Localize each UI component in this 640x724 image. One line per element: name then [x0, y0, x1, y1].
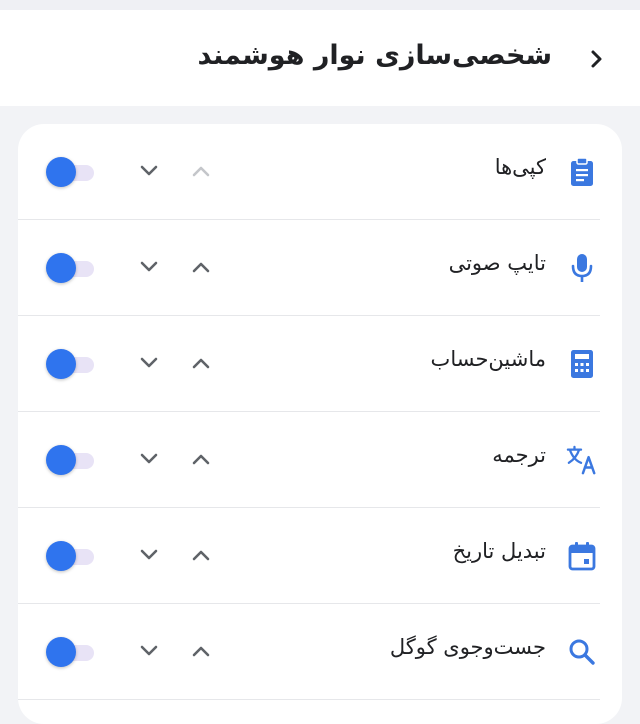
- chevron-up-icon: [192, 454, 210, 465]
- chevron-up-icon: [192, 550, 210, 561]
- smart-bar-items-list: کپی‌ها تایپ صوتی: [18, 124, 622, 724]
- translate-icon: [566, 444, 598, 476]
- item-label: ترجمه: [492, 443, 546, 467]
- status-area: [0, 0, 640, 10]
- clipboard-icon: [566, 156, 598, 188]
- list-item-voice-typing: تایپ صوتی: [18, 220, 622, 316]
- chevron-down-icon: [140, 549, 158, 560]
- chevron-right-icon: [591, 50, 602, 68]
- chevron-down-icon: [140, 453, 158, 464]
- item-label: ماشین‌حساب: [430, 347, 546, 371]
- search-icon: [566, 636, 598, 668]
- chevron-down-icon: [140, 165, 158, 176]
- list-item-clipboards: کپی‌ها: [18, 124, 622, 220]
- list-item-date-conversion: تبدیل تاریخ: [18, 508, 622, 604]
- chevron-down-icon: [140, 357, 158, 368]
- list-item-translate: ترجمه: [18, 412, 622, 508]
- move-down-button[interactable]: [132, 250, 166, 284]
- chevron-up-icon: [192, 262, 210, 273]
- move-up-button[interactable]: [184, 538, 218, 572]
- calendar-icon: [566, 540, 598, 572]
- move-down-button[interactable]: [132, 634, 166, 668]
- list-item-calculator: ماشین‌حساب: [18, 316, 622, 412]
- move-up-button[interactable]: [184, 346, 218, 380]
- item-label: تبدیل تاریخ: [452, 539, 546, 563]
- enable-toggle[interactable]: [46, 445, 96, 475]
- chevron-up-icon: [192, 166, 210, 177]
- item-label: جست‌وجوی گوگل: [389, 635, 546, 659]
- move-up-button[interactable]: [184, 250, 218, 284]
- move-up-button[interactable]: [184, 154, 218, 188]
- move-down-button[interactable]: [132, 538, 166, 572]
- move-up-button[interactable]: [184, 442, 218, 476]
- item-label: کپی‌ها: [494, 155, 546, 179]
- microphone-icon: [566, 252, 598, 284]
- chevron-up-icon: [192, 358, 210, 369]
- calculator-icon: [566, 348, 598, 380]
- move-down-button[interactable]: [132, 154, 166, 188]
- move-down-button[interactable]: [132, 442, 166, 476]
- enable-toggle[interactable]: [46, 637, 96, 667]
- enable-toggle[interactable]: [46, 541, 96, 571]
- divider: [18, 699, 600, 700]
- page-title: شخصی‌سازی نوار هوشمند: [197, 40, 553, 71]
- enable-toggle[interactable]: [46, 157, 96, 187]
- chevron-up-icon: [192, 646, 210, 657]
- enable-toggle[interactable]: [46, 253, 96, 283]
- chevron-down-icon: [140, 645, 158, 656]
- enable-toggle[interactable]: [46, 349, 96, 379]
- back-button[interactable]: [582, 44, 612, 74]
- chevron-down-icon: [140, 261, 158, 272]
- item-label: تایپ صوتی: [448, 251, 546, 275]
- app-header: شخصی‌سازی نوار هوشمند: [0, 10, 640, 106]
- move-down-button[interactable]: [132, 346, 166, 380]
- list-item-google-search: جست‌وجوی گوگل: [18, 604, 622, 700]
- move-up-button[interactable]: [184, 634, 218, 668]
